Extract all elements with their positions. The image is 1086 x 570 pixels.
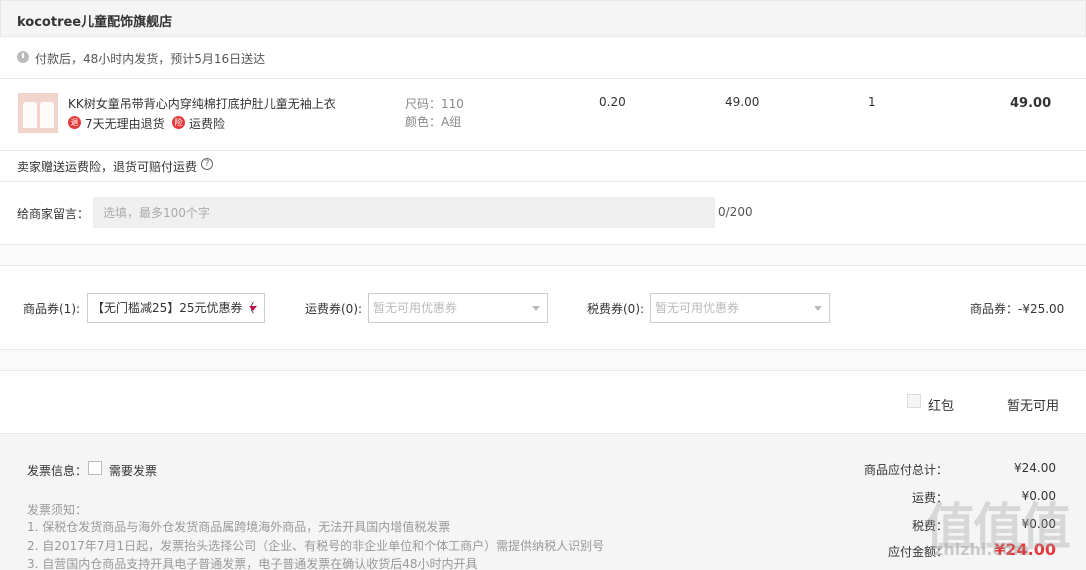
invoice-label: 发票信息： — [27, 464, 88, 478]
message-input[interactable] — [93, 197, 715, 228]
section-gap — [0, 244, 1086, 266]
redpacket-status: 暂无可用 — [1007, 399, 1060, 414]
clock-icon — [17, 51, 29, 63]
invoice-checkbox[interactable] — [88, 461, 102, 475]
redpacket-label: 红包 — [928, 399, 955, 414]
invoice-note: 1. 保税仓发货商品与海外仓发货商品属跨境海外商品，无法开具国内增值税发票 — [27, 520, 451, 534]
invoice-note: 3. 自营国内仓商品支持开具电子普通发票，电子普通发票在确认收货后48小时内开具 — [27, 557, 478, 570]
section-gap — [0, 350, 1086, 370]
divider — [0, 150, 1086, 151]
goods-total-label: 商品应付总计： — [863, 463, 948, 477]
shirt-icon — [40, 102, 54, 128]
return-icon: 退 — [68, 116, 81, 129]
insurance-note: 卖家赠送运费险，退货可赔付运费 — [17, 160, 198, 174]
spec-size: 尺码：110 — [405, 97, 464, 111]
invoice-note: 2. 自2017年7月1日起，发票抬头选择公司（企业、有税号的非企业单位和个体工… — [27, 539, 605, 553]
chevron-down-icon — [249, 306, 257, 311]
invoice-note-title: 发票须知： — [27, 503, 88, 517]
spec-color: 颜色：A组 — [405, 115, 462, 129]
product-title-link[interactable]: KK树女童吊带背心内穿纯棉打底护肚儿童无袖上衣 — [68, 95, 348, 112]
tax-coupon-select[interactable]: 暂无可用优惠券 — [650, 293, 830, 323]
divider — [0, 349, 1086, 350]
quantity: 1 — [868, 95, 876, 109]
coupon-discount-total: 商品券：-¥25.00 — [970, 302, 1065, 316]
unit-price: 49.00 — [725, 95, 760, 109]
goods-total-value: ¥24.00 — [1014, 461, 1056, 475]
redpacket-checkbox[interactable] — [907, 394, 921, 408]
tax-coupon-value: 暂无可用优惠券 — [655, 301, 740, 315]
goods-coupon-label: 商品券(1): — [23, 302, 81, 316]
product-col-a: 0.20 — [599, 95, 626, 109]
freight-coupon-value: 暂无可用优惠券 — [373, 301, 458, 315]
tax-coupon-label: 税费券(0): — [587, 302, 645, 316]
product-thumbnail[interactable] — [18, 93, 58, 133]
tag-insurance: 运费险 — [189, 117, 226, 131]
freight-coupon-select[interactable]: 暂无可用优惠券 — [368, 293, 548, 323]
tag-return: 7天无理由退货 — [85, 117, 165, 131]
divider — [0, 244, 1086, 245]
divider — [0, 370, 1086, 371]
divider — [0, 78, 1086, 79]
goods-coupon-value: 【无门槛减25】25元优惠券（ — [92, 301, 255, 315]
divider — [0, 265, 1086, 266]
insurance-icon: 险 — [172, 116, 185, 129]
chevron-down-icon — [532, 306, 540, 311]
goods-coupon-select[interactable]: 【无门槛减25】25元优惠券（ — [87, 293, 265, 323]
shop-name-link[interactable]: kocotree儿童配饰旗舰店 — [17, 11, 172, 30]
chevron-down-icon — [814, 306, 822, 311]
invoice-need-label[interactable]: 需要发票 — [109, 462, 157, 479]
message-label: 给商家留言： — [17, 207, 90, 221]
shirt-icon — [23, 102, 37, 128]
watermark-url: zhizhi.com — [934, 540, 1030, 559]
divider — [0, 181, 1086, 182]
subtotal: 49.00 — [1010, 96, 1052, 111]
shipping-note: 付款后，48小时内发货，预计5月16日送达 — [35, 52, 266, 66]
help-icon[interactable]: ? — [201, 158, 213, 170]
freight-coupon-label: 运费券(0): — [305, 302, 363, 316]
message-count: 0/200 — [718, 205, 753, 219]
